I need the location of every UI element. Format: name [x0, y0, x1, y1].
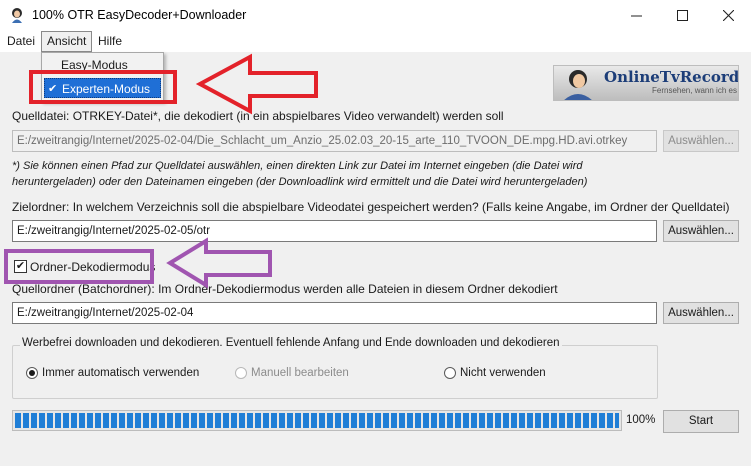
menu-ansicht[interactable]: Ansicht	[41, 31, 93, 52]
adfree-group-title: Werbefrei downloaden und dekodieren. Eve…	[20, 337, 562, 349]
window-title: 100% OTR EasyDecoder+Downloader	[32, 8, 247, 22]
source-folder-label: Quellordner (Batchordner): Im Ordner-Dek…	[12, 282, 558, 296]
logo-tagline: Fernsehen, wann ich es will	[652, 86, 738, 95]
target-folder-label: Zielordner: In welchem Verzeichnis soll …	[12, 200, 730, 214]
source-folder-input[interactable]: E:/zweitrangig/Internet/2025-02-04	[12, 302, 657, 324]
radio-always-auto-label[interactable]: Immer automatisch verwenden	[42, 367, 199, 379]
radio-do-not-use[interactable]	[444, 367, 456, 379]
otr-logo[interactable]: OnlineTvRecorder.com Fernsehen, wann ich…	[553, 65, 739, 101]
arrow-left-purple-icon	[166, 237, 272, 289]
radio-always-auto[interactable]	[26, 367, 38, 379]
close-icon[interactable]	[705, 0, 751, 31]
target-folder-input[interactable]: E:/zweitrangig/Internet/2025-02-05/otr	[12, 220, 657, 242]
minimize-icon[interactable]	[613, 0, 659, 31]
source-note: *) Sie können einen Pfad zur Quelldatei …	[12, 160, 588, 188]
progress-bar-fill	[15, 413, 619, 428]
highlight-box-purple	[4, 249, 154, 284]
app-logo-icon	[12, 8, 22, 23]
menu-datei[interactable]: Datei	[2, 31, 40, 52]
radio-do-not-use-label[interactable]: Nicht verwenden	[460, 367, 546, 379]
arrow-left-red-icon	[195, 53, 318, 115]
source-file-input[interactable]: E:/zweitrangig/Internet/2025-02-04/Die_S…	[12, 130, 657, 152]
menu-bar: Datei Ansicht Hilfe	[0, 31, 751, 52]
start-button[interactable]: Start	[663, 410, 739, 433]
source-folder-browse-button[interactable]: Auswählen...	[663, 302, 739, 324]
radio-manual-edit-label[interactable]: Manuell bearbeiten	[251, 367, 349, 379]
radio-manual-edit[interactable]	[235, 367, 247, 379]
maximize-icon[interactable]	[659, 0, 705, 31]
progress-percent: 100%	[626, 414, 656, 426]
menu-hilfe[interactable]: Hilfe	[93, 31, 127, 52]
logo-person-icon	[564, 70, 592, 100]
highlight-box-red	[29, 70, 177, 104]
source-browse-button[interactable]: Auswählen...	[663, 130, 739, 152]
title-bar: 100% OTR EasyDecoder+Downloader	[0, 0, 751, 31]
progress-bar	[12, 410, 622, 431]
logo-text: OnlineTvRecorder.com	[604, 68, 739, 86]
target-browse-button[interactable]: Auswählen...	[663, 220, 739, 242]
